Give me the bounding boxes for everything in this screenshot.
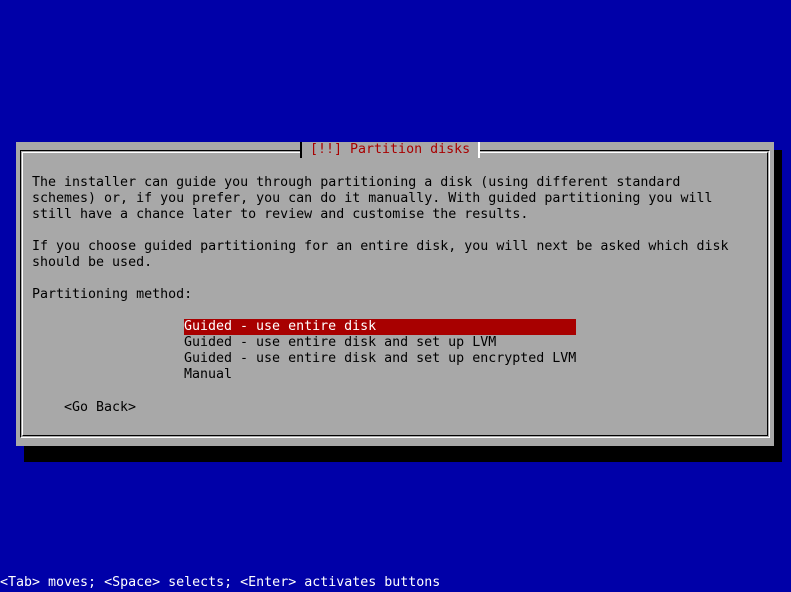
intro-line-3: still have a chance later to review and …	[32, 207, 529, 222]
dialog-title: [!!] Partition disks	[300, 142, 481, 158]
option-guided-entire-disk[interactable]: Guided - use entire disk	[184, 319, 576, 335]
intro-line-2: schemes) or, if you prefer, you can do i…	[32, 191, 713, 206]
option-manual[interactable]: Manual	[184, 367, 232, 383]
intro-line-1: The installer can guide you through part…	[32, 175, 681, 190]
option-guided-encrypted-lvm[interactable]: Guided - use entire disk and set up encr…	[184, 351, 576, 367]
partitioning-method-label: Partitioning method:	[32, 287, 193, 302]
guided-line-1: If you choose guided partitioning for an…	[32, 239, 729, 254]
guided-line-2: should be used.	[32, 255, 153, 270]
option-guided-lvm[interactable]: Guided - use entire disk and set up LVM	[184, 335, 496, 351]
go-back-button[interactable]: <Go Back>	[64, 400, 136, 416]
status-bar: <Tab> moves; <Space> selects; <Enter> ac…	[0, 575, 441, 590]
